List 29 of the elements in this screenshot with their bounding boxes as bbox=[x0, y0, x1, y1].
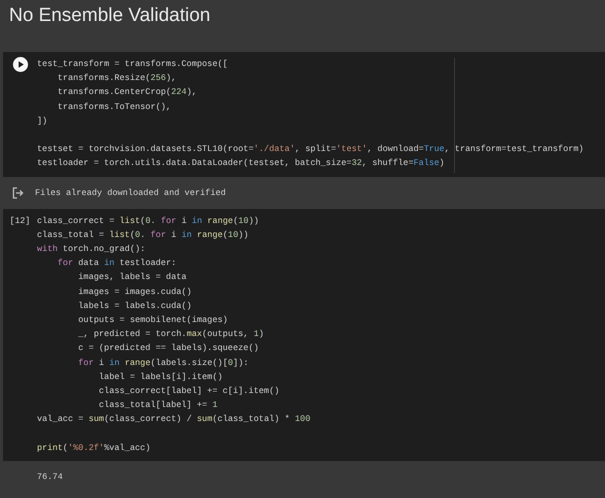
output-text: Files already downloaded and verified bbox=[35, 188, 226, 198]
code-line: transforms.Resize(256), bbox=[56, 72, 178, 86]
code-line: _, predicted = torch.max(outputs, 1) bbox=[77, 328, 265, 342]
code-line: c = (predicted == labels).squeeze() bbox=[77, 342, 260, 356]
execution-count: [12] bbox=[10, 214, 30, 228]
code-line: images, labels = data bbox=[77, 271, 188, 284]
code-line: print('%0.2f'%val_acc) bbox=[37, 442, 152, 455]
notebook-heading: No Ensemble Validation bbox=[8, 4, 212, 28]
code-line: class_correct = list(0. for i in range(10)) bbox=[37, 214, 260, 228]
code-line: outputs = semobilenet(images) bbox=[77, 314, 229, 328]
code-line: class_total = list(0. for i in range(10)) bbox=[37, 228, 250, 242]
code-line: val_acc = sum(class_correct) / sum(class_total) * 100 bbox=[37, 413, 312, 426]
code-line: with torch.no_grad(): bbox=[37, 243, 146, 256]
run-button[interactable] bbox=[12, 57, 28, 72]
code-line: ]) bbox=[37, 114, 48, 128]
code-line: testset = torchvision.datasets.STL10(root='./data', split='test', download=True, transform=test_transform) bbox=[37, 143, 585, 156]
code-line: labels = labels.cuda() bbox=[77, 300, 193, 313]
code-line: label = labels[i].item() bbox=[98, 370, 224, 384]
code-line: testloader = torch.utils.data.DataLoader(testset, batch_size=32, shuffle=False) bbox=[37, 157, 446, 170]
code-line: transforms.ToTensor(), bbox=[56, 100, 172, 114]
code-line: class_total[label] += 1 bbox=[98, 399, 219, 412]
code-line: images = images.cuda() bbox=[77, 286, 193, 299]
code-line: transforms.CenterCrop(224), bbox=[56, 86, 198, 100]
code-line: class_correct[label] += c[i].item() bbox=[98, 385, 280, 398]
output-icon[interactable] bbox=[12, 186, 24, 199]
code-line: for i in range(labels.size()[0]): bbox=[77, 356, 250, 370]
code-line: test_transform = transforms.Compose([ bbox=[37, 58, 229, 71]
code-line: for data in testloader: bbox=[56, 257, 178, 270]
output-text: 76.74 bbox=[37, 472, 63, 482]
